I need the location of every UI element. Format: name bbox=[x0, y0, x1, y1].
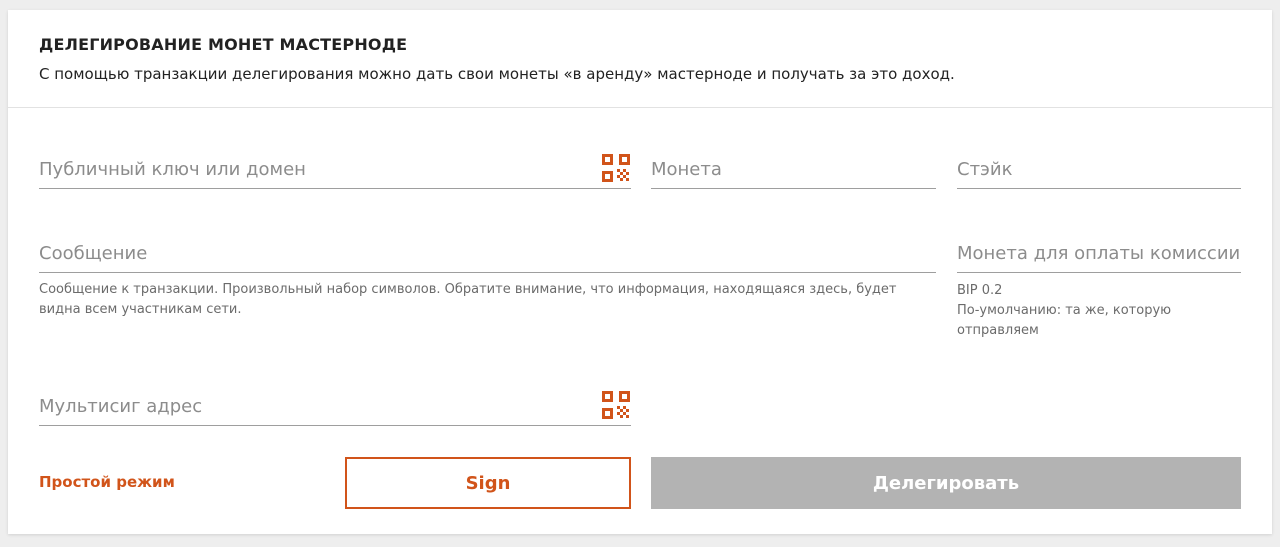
delegate-button[interactable]: Делегировать bbox=[651, 457, 1241, 509]
coin-field[interactable]: Монета bbox=[651, 148, 936, 189]
public-key-placeholder: Публичный ключ или домен bbox=[39, 159, 306, 180]
fee-coin-hint-default: По-умолчанию: та же, которую отправляем bbox=[957, 303, 1172, 338]
page-description: С помощью транзакции делегирования можно… bbox=[39, 65, 955, 83]
qr-code-icon[interactable] bbox=[601, 390, 631, 420]
sign-button[interactable]: Sign bbox=[345, 457, 631, 509]
stake-placeholder: Стэйк bbox=[957, 159, 1013, 180]
card-header: ДЕЛЕГИРОВАНИЕ МОНЕТ МАСТЕРНОДЕ С помощью… bbox=[8, 10, 1272, 108]
qr-code-icon[interactable] bbox=[601, 153, 631, 183]
fee-coin-field[interactable]: Монета для оплаты комиссии bbox=[957, 232, 1241, 273]
delegate-button-label: Делегировать bbox=[872, 472, 1020, 494]
stake-field[interactable]: Стэйк bbox=[957, 148, 1241, 189]
message-hint: Сообщение к транзакции. Произвольный наб… bbox=[39, 282, 897, 317]
coin-placeholder: Монета bbox=[651, 159, 722, 180]
multisig-address-placeholder: Мультисиг адрес bbox=[39, 396, 203, 417]
page-title: ДЕЛЕГИРОВАНИЕ МОНЕТ МАСТЕРНОДЕ bbox=[39, 35, 408, 54]
sign-button-label: Sign bbox=[465, 472, 511, 494]
public-key-field[interactable]: Публичный ключ или домен bbox=[39, 148, 631, 189]
fee-coin-hint: BIP 0.2 По-умолчанию: та же, которую отп… bbox=[957, 281, 1227, 341]
message-placeholder: Сообщение bbox=[39, 243, 148, 264]
delegation-card: ДЕЛЕГИРОВАНИЕ МОНЕТ МАСТЕРНОДЕ С помощью… bbox=[8, 10, 1272, 534]
simple-mode-link[interactable]: Простой режим bbox=[39, 473, 175, 491]
fee-coin-placeholder: Монета для оплаты комиссии bbox=[957, 243, 1241, 264]
message-field[interactable]: Сообщение bbox=[39, 232, 936, 273]
multisig-address-field[interactable]: Мультисиг адрес bbox=[39, 385, 631, 426]
fee-coin-hint-value: BIP 0.2 bbox=[957, 283, 1003, 298]
